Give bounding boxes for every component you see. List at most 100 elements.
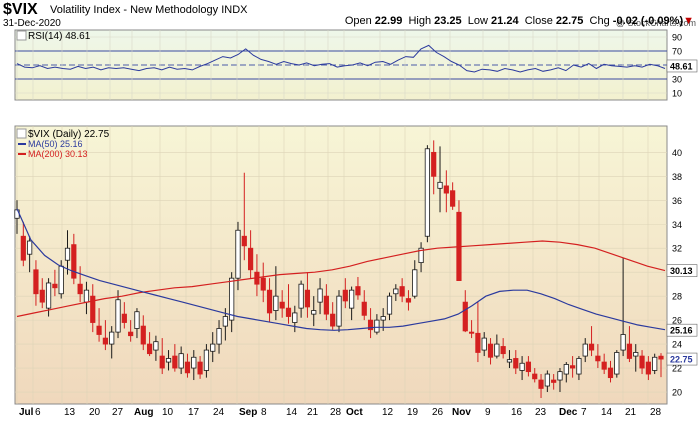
candle-body <box>374 319 380 333</box>
x-axis-label: 9 <box>485 407 491 418</box>
candle-body <box>494 343 500 357</box>
candle-body <box>229 277 235 321</box>
price-tick-label: 40 <box>672 148 682 158</box>
candle-body <box>191 356 197 369</box>
candle-body <box>614 352 620 375</box>
candle-body <box>184 361 191 374</box>
candle-body <box>121 313 127 323</box>
x-axis-label: 7 <box>581 407 587 418</box>
x-axis-label: Sep <box>239 407 257 418</box>
candle-body <box>405 298 412 303</box>
candle-body <box>172 355 178 369</box>
candle-body <box>285 307 292 317</box>
x-axis-label: 26 <box>432 407 444 418</box>
price-toggle-icon <box>16 128 27 139</box>
rsi-tick-label: 90 <box>672 33 682 43</box>
rsi-badge: 48.61 <box>670 61 693 71</box>
candle-body <box>109 331 115 345</box>
candle-body <box>633 352 639 357</box>
candle-body <box>450 190 456 207</box>
candle-body <box>361 301 367 316</box>
price-tick-label: 28 <box>672 292 682 302</box>
candle-body <box>462 301 468 332</box>
rsi-tick-label: 30 <box>672 75 682 85</box>
x-axis-label: 23 <box>535 407 547 418</box>
candle-body <box>292 312 298 323</box>
candle-body <box>210 343 216 352</box>
candle-body <box>45 282 52 309</box>
candle-body <box>431 151 437 177</box>
candle-body <box>153 341 159 351</box>
candle-body <box>317 288 323 303</box>
candle-body <box>146 343 153 355</box>
candle-body <box>595 355 601 362</box>
x-axis-label: 21 <box>307 407 319 418</box>
candle-body <box>570 365 576 369</box>
rsi-label: RSI(14) 48.61 <box>28 31 91 42</box>
candle-body <box>115 299 121 333</box>
x-axis-label: 19 <box>407 407 419 418</box>
candle-body <box>39 289 45 303</box>
x-axis-label: 13 <box>64 407 76 418</box>
ma50-badge: 25.16 <box>670 326 693 336</box>
candle-body <box>658 355 664 360</box>
x-axis-label: 27 <box>112 407 124 418</box>
candle-body <box>551 379 557 383</box>
candle-body <box>437 181 443 189</box>
candle-body <box>266 289 273 314</box>
candle-body <box>506 359 513 363</box>
candle-body <box>248 247 254 271</box>
candle-body <box>557 371 563 381</box>
x-axis-label: Jul <box>19 407 34 418</box>
candle-body <box>197 361 203 375</box>
candle-body <box>96 325 102 335</box>
ma200-badge: 30.13 <box>670 266 693 276</box>
candle-body <box>601 361 607 370</box>
candle-body <box>273 295 279 311</box>
candle-body <box>235 229 241 279</box>
candle-body <box>500 346 506 355</box>
legend-ma50: MA(50) 25.16 <box>28 139 83 149</box>
rsi-toggle-icon <box>16 30 27 41</box>
candle-body <box>519 362 525 371</box>
candle-body <box>311 310 317 315</box>
price-tick-label: 34 <box>672 220 682 230</box>
x-axis-label: 28 <box>330 407 342 418</box>
candle-body <box>279 301 285 309</box>
x-axis-label: Nov <box>452 407 471 418</box>
candle-body <box>83 289 90 303</box>
candle-body <box>304 289 311 308</box>
close-badge: 22.75 <box>670 355 693 365</box>
candle-body <box>582 343 588 357</box>
candle-body <box>216 328 222 345</box>
x-axis-label: 16 <box>511 407 523 418</box>
candle-body <box>330 313 336 327</box>
candle-body <box>355 286 361 296</box>
candle-body <box>140 325 146 345</box>
candle-body <box>468 331 475 334</box>
candle-body <box>652 356 658 371</box>
x-axis-label: 6 <box>35 407 41 418</box>
candle-body <box>380 316 386 321</box>
candle-body <box>298 283 304 309</box>
candle-body <box>342 289 348 302</box>
candle-body <box>159 355 165 369</box>
x-axis-label: Oct <box>346 407 363 418</box>
candle-body <box>323 295 329 315</box>
price-tick-label: 32 <box>672 244 682 254</box>
candle-body <box>128 331 134 337</box>
x-axis-label: 14 <box>601 407 613 418</box>
price-tick-label: 36 <box>672 196 682 206</box>
candle-body <box>260 277 266 291</box>
x-axis-label: Aug <box>134 407 153 418</box>
candle-body <box>165 358 172 363</box>
candle-body <box>576 358 582 375</box>
candle-body <box>487 343 494 358</box>
candle-body <box>538 379 544 389</box>
x-axis-label: 21 <box>625 407 637 418</box>
candle-body <box>443 185 449 194</box>
candle-body <box>102 337 108 345</box>
candle-body <box>639 355 645 369</box>
candle-body <box>134 311 140 329</box>
x-axis-label: 10 <box>162 407 174 418</box>
